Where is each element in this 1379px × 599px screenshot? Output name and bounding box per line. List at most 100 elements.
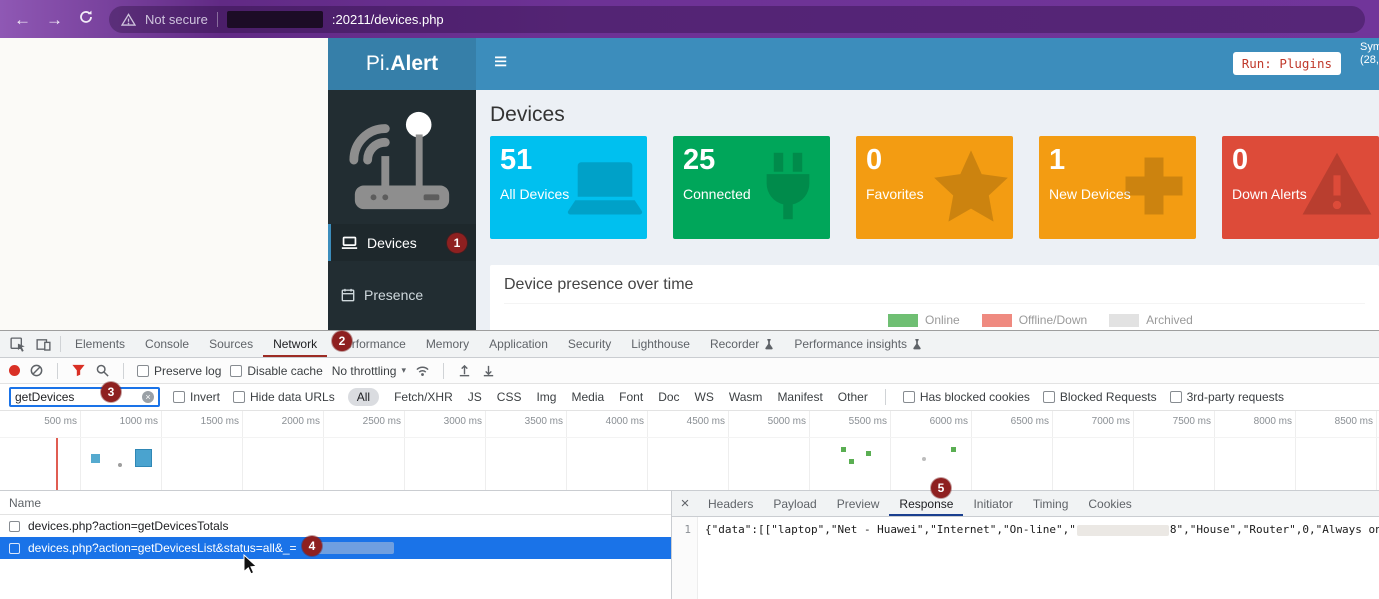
checkbox-box <box>1043 391 1055 403</box>
throttling-select[interactable]: No throttling▾ <box>332 364 406 378</box>
tab-cookies[interactable]: Cookies <box>1078 491 1141 516</box>
disable-cache-checkbox[interactable]: Disable cache <box>230 364 322 378</box>
summary-card-favorites[interactable]: 0 Favorites <box>856 136 1013 239</box>
tab-application[interactable]: Application <box>479 331 558 357</box>
annotation-badge-5: 5 <box>931 478 951 498</box>
tab-timing[interactable]: Timing <box>1023 491 1079 516</box>
menu-toggle-icon[interactable]: ≡ <box>494 50 507 73</box>
tab-security[interactable]: Security <box>558 331 621 357</box>
tab-lighthouse[interactable]: Lighthouse <box>621 331 700 357</box>
timeline-activity-mark <box>841 447 846 452</box>
third-party-requests-checkbox[interactable]: 3rd-party requests <box>1170 390 1284 404</box>
checkbox-label: Disable cache <box>247 364 322 378</box>
request-checkbox[interactable] <box>9 521 20 532</box>
tab-initiator[interactable]: Initiator <box>963 491 1022 516</box>
tab-recorder[interactable]: Recorder <box>700 331 784 357</box>
close-icon[interactable]: × <box>672 495 698 512</box>
tab-headers[interactable]: Headers <box>698 491 763 516</box>
record-button[interactable] <box>9 365 20 376</box>
address-bar[interactable]: Not secure :20211/devices.php <box>109 6 1365 33</box>
clear-input-icon[interactable]: × <box>142 391 154 403</box>
timeline-activity-mark <box>922 457 926 461</box>
request-checkbox[interactable] <box>9 543 20 554</box>
import-har-icon[interactable] <box>457 363 472 378</box>
app-logo[interactable]: Pi.Alert <box>328 38 476 90</box>
preserve-log-checkbox[interactable]: Preserve log <box>137 364 221 378</box>
run-plugins-button[interactable]: Run: Plugins <box>1233 52 1341 75</box>
legend-swatch-online <box>888 314 918 327</box>
brand-prefix: Pi. <box>366 52 391 76</box>
forward-icon[interactable]: → <box>46 11 63 28</box>
request-name: devices.php?action=getDevicesTotals <box>28 519 228 533</box>
tab-console[interactable]: Console <box>135 331 199 357</box>
has-blocked-cookies-checkbox[interactable]: Has blocked cookies <box>903 390 1030 404</box>
search-icon[interactable] <box>95 363 110 378</box>
filter-type-ws[interactable]: WS <box>695 390 714 404</box>
summary-card-down-alerts[interactable]: 0 Down Alerts <box>1222 136 1379 239</box>
filter-input[interactable]: getDevices × <box>9 387 160 407</box>
network-filter-bar: getDevices × Invert Hide data URLs All F… <box>0 384 1379 411</box>
reload-icon[interactable] <box>78 9 94 30</box>
legend-item-offline-down: Offline/Down <box>982 313 1087 327</box>
divider <box>443 363 444 379</box>
hide-data-urls-checkbox[interactable]: Hide data URLs <box>233 390 335 404</box>
clear-icon[interactable] <box>29 363 44 378</box>
sidebar: Devices Presence <box>328 90 476 330</box>
summary-card-new-devices[interactable]: 1 New Devices <box>1039 136 1196 239</box>
request-row-get-devices-totals[interactable]: devices.php?action=getDevicesTotals <box>0 515 671 537</box>
timeline-activity-mark <box>951 447 956 452</box>
export-har-icon[interactable] <box>481 363 496 378</box>
tab-memory[interactable]: Memory <box>416 331 479 357</box>
tab-preview[interactable]: Preview <box>827 491 890 516</box>
devtools-panel: Elements Console Sources Network Perform… <box>0 330 1379 599</box>
legend-label: Offline/Down <box>1019 313 1087 327</box>
url-text: :20211/devices.php <box>332 12 444 27</box>
tab-network[interactable]: Network <box>263 331 327 357</box>
name-column-header[interactable]: Name <box>0 491 671 515</box>
tab-elements[interactable]: Elements <box>65 331 135 357</box>
request-row-get-devices-list[interactable]: devices.php?action=getDevicesList&status… <box>0 537 671 559</box>
inspect-element-icon[interactable] <box>4 331 30 357</box>
back-icon[interactable]: ← <box>14 11 31 28</box>
corner-line-2: (28, <box>1360 54 1379 67</box>
filter-type-all[interactable]: All <box>348 388 379 406</box>
filter-type-img[interactable]: Img <box>536 390 556 404</box>
filter-type-css[interactable]: CSS <box>497 390 522 404</box>
filter-type-doc[interactable]: Doc <box>658 390 679 404</box>
plug-icon <box>750 148 826 224</box>
network-overview-timeline[interactable]: 500 ms 1000 ms 1500 ms 2000 ms 2500 ms 3… <box>0 411 1379 491</box>
timeline-activity-mark <box>91 454 100 463</box>
address-divider <box>217 12 218 27</box>
filter-type-manifest[interactable]: Manifest <box>777 390 822 404</box>
filter-icon[interactable] <box>71 363 86 378</box>
summary-card-all-devices[interactable]: 51 All Devices <box>490 136 647 239</box>
invert-checkbox[interactable]: Invert <box>173 390 220 404</box>
legend-item-online: Online <box>888 313 960 327</box>
filter-type-media[interactable]: Media <box>571 390 604 404</box>
tab-payload[interactable]: Payload <box>763 491 826 516</box>
filter-type-fetch-xhr[interactable]: Fetch/XHR <box>394 390 453 404</box>
mouse-cursor <box>243 554 259 581</box>
summary-card-connected[interactable]: 25 Connected <box>673 136 830 239</box>
sidebar-item-presence[interactable]: Presence <box>328 276 476 313</box>
corner-line-1: Sym <box>1360 41 1379 54</box>
filter-type-wasm[interactable]: Wasm <box>729 390 763 404</box>
filter-type-font[interactable]: Font <box>619 390 643 404</box>
timeline-activity-mark <box>135 449 152 467</box>
checkbox-label: Hide data URLs <box>250 390 335 404</box>
tab-response[interactable]: Response <box>889 491 963 516</box>
app-header-bar: ≡ Run: Plugins Sym (28, <box>476 38 1379 90</box>
annotation-badge-1: 1 <box>447 233 467 253</box>
timeline-tick: 8500 ms <box>1296 411 1377 490</box>
filter-type-other[interactable]: Other <box>838 390 868 404</box>
presence-panel: Device presence over time Online Offline… <box>490 265 1379 330</box>
blocked-requests-checkbox[interactable]: Blocked Requests <box>1043 390 1157 404</box>
timeline-activity-mark <box>56 438 58 490</box>
browser-toolbar: ← → Not secure :20211/devices.php <box>0 0 1379 38</box>
filter-type-js[interactable]: JS <box>468 390 482 404</box>
header-corner-text: Sym (28, <box>1360 41 1379 67</box>
tab-performance-insights[interactable]: Performance insights <box>784 331 932 357</box>
network-conditions-icon[interactable] <box>415 363 430 378</box>
tab-sources[interactable]: Sources <box>199 331 263 357</box>
device-toolbar-icon[interactable] <box>30 331 56 357</box>
